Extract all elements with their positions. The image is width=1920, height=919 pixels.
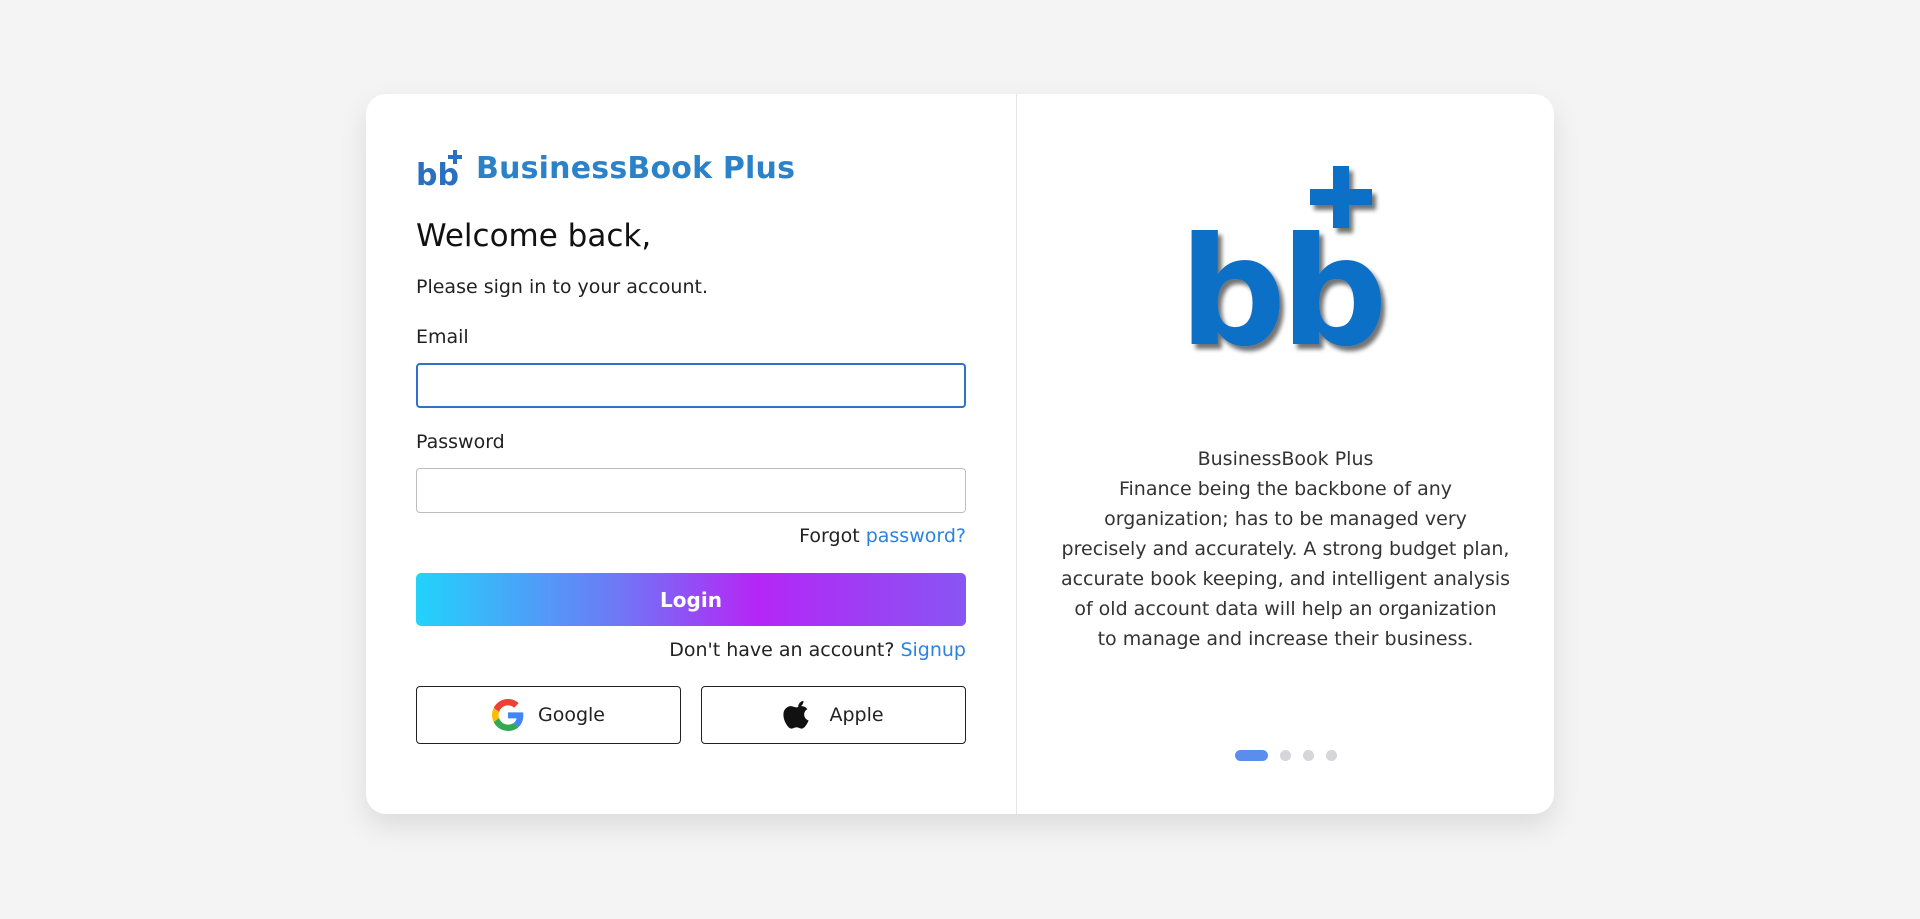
welcome-heading: Welcome back, [416, 218, 652, 254]
carousel-line: organization; has to be managed very [1104, 508, 1467, 530]
svg-text:bb: bb [416, 158, 459, 188]
google-signin-button[interactable]: Google [416, 686, 681, 744]
google-icon [491, 699, 524, 731]
carousel-panel: bb BusinessBook Plus Finance being the b… [1017, 94, 1554, 814]
svg-text:bb: bb [1179, 206, 1382, 356]
carousel-dot-2[interactable] [1279, 750, 1291, 761]
carousel-pagination [1017, 750, 1554, 761]
apple-label: Apple [829, 704, 884, 726]
signup-line: Don't have an account? Signup [669, 639, 966, 661]
carousel-line: of old account data will help an organiz… [1074, 598, 1497, 620]
brand-name: BusinessBook Plus [476, 150, 796, 186]
forgot-password-link[interactable]: password? [866, 525, 966, 547]
email-label: Email [416, 326, 469, 348]
carousel-description: BusinessBook Plus Finance being the back… [1057, 444, 1514, 654]
carousel-dot-3[interactable] [1302, 750, 1314, 761]
bb-plus-hero-logo-icon: bb [1179, 166, 1388, 356]
apple-icon [783, 699, 815, 731]
carousel-title: BusinessBook Plus [1197, 448, 1374, 470]
password-field[interactable] [416, 468, 966, 513]
password-label: Password [416, 431, 505, 453]
forgot-prefix: Forgot [799, 525, 860, 547]
login-button[interactable]: Login [416, 573, 966, 626]
carousel-dot-4[interactable] [1325, 750, 1337, 761]
forgot-password-line: Forgot password? [799, 525, 966, 547]
signup-link[interactable]: Signup [900, 639, 966, 661]
carousel-line: precisely and accurately. A strong budge… [1061, 538, 1510, 560]
google-label: Google [537, 704, 605, 726]
carousel-dot-1[interactable] [1234, 750, 1268, 761]
carousel-line: to manage and increase their business. [1097, 628, 1474, 650]
carousel-line: accurate book keeping, and intelligent a… [1060, 568, 1511, 590]
bb-plus-logo-icon: bb [416, 150, 462, 188]
login-panel: bb BusinessBook Plus Welcome back, Pleas… [366, 94, 1017, 814]
brand-header: bb BusinessBook Plus [416, 148, 795, 188]
email-field[interactable] [416, 363, 966, 408]
signin-subtitle: Please sign in to your account. [416, 276, 708, 298]
carousel-line: Finance being the backbone of any [1118, 478, 1452, 500]
login-card: bb BusinessBook Plus Welcome back, Pleas… [366, 94, 1554, 814]
apple-signin-button[interactable]: Apple [701, 686, 966, 744]
signup-prefix: Don't have an account? [669, 639, 895, 661]
